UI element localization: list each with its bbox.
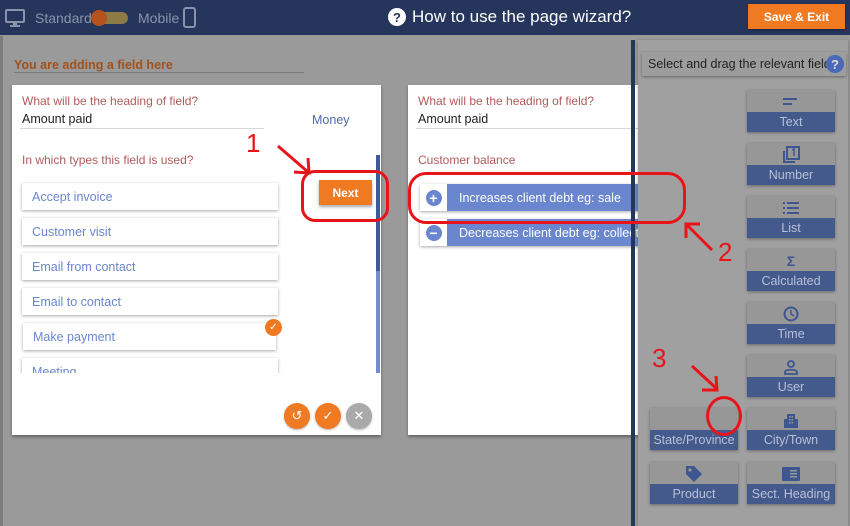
palette-field-product[interactable]: Product [650, 462, 738, 504]
heading-input-underline [20, 128, 264, 129]
palette-field-number[interactable]: Number [747, 143, 835, 185]
palette-field-list[interactable]: List [747, 196, 835, 238]
palette-field-label: Text [747, 112, 835, 132]
type-item-email-to-contact[interactable]: Email to contact [22, 288, 278, 315]
heading-input[interactable]: Amount paid [22, 112, 92, 126]
type-item-label: Make payment [33, 329, 115, 344]
annotation-step-3: 3 [652, 343, 667, 373]
type-item-email-from-contact[interactable]: Email from contact [22, 253, 278, 280]
types-question: In which types this field is used? [22, 153, 194, 167]
selected-check-icon: ✓ [265, 319, 282, 336]
user-icon [747, 359, 835, 375]
field-wizard-step1-card: What will be the heading of field? Amoun… [12, 85, 381, 435]
standard-label[interactable]: Standard [35, 10, 92, 26]
top-bar: Standard Mobile ? How to use the page wi… [0, 0, 850, 35]
heading-question: What will be the heading of field? [22, 94, 199, 108]
number-icon [747, 146, 835, 163]
close-icon: ✕ [353, 408, 365, 423]
heading-icon [747, 466, 835, 482]
palette-field-calculated[interactable]: Σ Calculated [747, 249, 835, 291]
palette-field-label: Product [650, 484, 738, 504]
type-item-customer-visit[interactable]: Customer visit [22, 218, 278, 245]
annotation-ring-increase [408, 172, 686, 224]
building-icon [747, 412, 835, 428]
type-item-accept-invoice[interactable]: Accept invoice [22, 183, 278, 210]
monitor-icon[interactable] [5, 9, 25, 27]
panel-resize-handle[interactable] [631, 40, 635, 526]
help-icon[interactable]: ? [826, 55, 844, 73]
palette-field-time[interactable]: Time [747, 302, 835, 344]
type-item-label: Accept invoice [32, 189, 113, 204]
save-exit-button[interactable]: Save & Exit [748, 4, 845, 29]
type-item-label: Email to contact [32, 294, 121, 309]
annotation-ring-confirm [706, 396, 742, 436]
check-icon: ✓ [322, 408, 334, 423]
field-type-label: Money [312, 113, 350, 127]
drag-hint-text: Select and drag the relevant field [648, 57, 831, 71]
help-link[interactable]: ? How to use the page wizard? [388, 7, 631, 27]
type-item-label: Customer visit [32, 224, 112, 239]
palette-field-label: Number [747, 165, 835, 185]
type-item-label: Email from contact [32, 259, 136, 274]
palette-field-label: List [747, 218, 835, 238]
palette-field-label: Calculated [747, 271, 835, 291]
cancel-button[interactable]: ✕ [346, 403, 372, 429]
palette-field-city-town[interactable]: City/Town [747, 408, 835, 450]
palette-field-label: User [747, 377, 835, 397]
drag-hint: Select and drag the relevant field ? [642, 52, 846, 76]
view-mode-toggle[interactable] [91, 10, 128, 26]
mobile-label[interactable]: Mobile [138, 10, 179, 26]
adding-field-label: You are adding a field here [14, 58, 173, 72]
palette-field-user[interactable]: User [747, 355, 835, 397]
heading-input-underline [416, 128, 660, 129]
palette-field-label: Sect. Heading [747, 484, 835, 504]
heading-input[interactable]: Amount paid [418, 112, 488, 126]
types-list[interactable]: Accept invoice Customer visit Email from… [18, 177, 286, 373]
mobile-phone-icon[interactable] [183, 7, 196, 28]
palette-field-label: City/Town [747, 430, 835, 450]
confirm-button[interactable]: ✓ [315, 403, 341, 429]
annotation-arrow-2 [684, 222, 714, 252]
reset-button[interactable]: ↺ [284, 403, 310, 429]
type-item-meeting[interactable]: Meeting [22, 358, 278, 373]
annotation-ring-next [301, 170, 389, 222]
help-icon: ? [388, 8, 406, 26]
clock-icon [747, 306, 835, 322]
heading-question: What will be the heading of field? [418, 94, 595, 108]
palette-field-text[interactable]: Text [747, 90, 835, 132]
list-icon [747, 200, 835, 216]
adding-field-underline [14, 72, 304, 73]
help-title-text: How to use the page wizard? [412, 7, 632, 26]
type-item-make-payment[interactable]: Make payment [23, 323, 276, 350]
minus-icon: − [425, 224, 442, 241]
text-icon [747, 94, 835, 110]
toggle-knob[interactable] [91, 10, 107, 26]
annotation-step-1: 1 [246, 128, 261, 158]
tag-icon [650, 466, 738, 482]
customer-balance-label: Customer balance [418, 153, 516, 167]
type-item-label: Meeting [32, 364, 77, 374]
palette-field-section-heading[interactable]: Sect. Heading [747, 462, 835, 504]
annotation-arrow-3 [690, 364, 719, 392]
annotation-step-2: 2 [718, 237, 733, 267]
left-edge [0, 36, 3, 526]
palette-field-label: Time [747, 324, 835, 344]
reset-icon: ↺ [291, 408, 303, 423]
sigma-icon: Σ [786, 253, 796, 269]
